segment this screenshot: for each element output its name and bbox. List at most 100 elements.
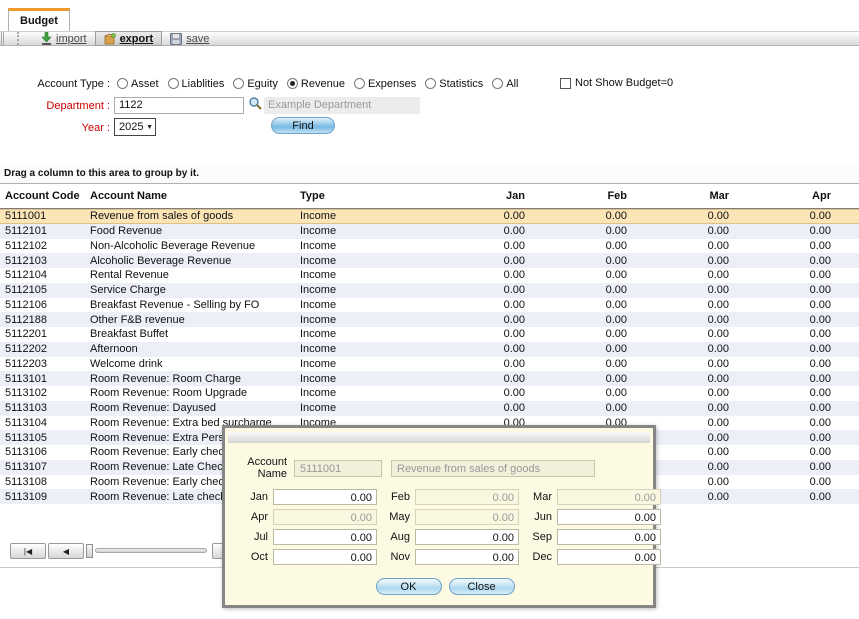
column-header-type[interactable]: Type <box>300 190 425 202</box>
cell-account-name: Room Revenue: Room Charge <box>90 373 300 385</box>
month-input-aug[interactable]: 0.00 <box>415 529 519 545</box>
month-values-grid: Jan0.00Feb0.00Mar0.00Apr0.00May0.00Jun0.… <box>237 487 653 567</box>
radio-account-type-all[interactable]: All <box>492 78 518 90</box>
year-select[interactable]: 2025 ▼ <box>114 118 156 136</box>
cell-month-value: 0.00 <box>731 358 833 370</box>
table-row[interactable]: 5112101Food RevenueIncome0.000.000.000.0… <box>0 224 859 239</box>
table-row[interactable]: 5113102Room Revenue: Room UpgradeIncome0… <box>0 386 859 401</box>
not-show-budget-option[interactable]: Not Show Budget=0 <box>560 77 673 89</box>
table-row[interactable]: 5112203Welcome drinkIncome0.000.000.000.… <box>0 357 859 372</box>
pager-prev-button[interactable]: ◀ <box>48 543 84 559</box>
not-show-budget-checkbox[interactable] <box>560 78 571 89</box>
radio-account-type-asset[interactable]: Asset <box>117 78 159 90</box>
cell-month-value: 0.00 <box>731 387 833 399</box>
cell-month-value: 0.00 <box>731 417 833 429</box>
cell-account-code: 5112101 <box>5 225 90 237</box>
column-header-jan[interactable]: Jan <box>425 190 527 202</box>
cell-month-value: 0.00 <box>731 225 833 237</box>
radio-label: Asset <box>131 78 159 90</box>
column-header-mar[interactable]: Mar <box>629 190 731 202</box>
month-input-dec[interactable]: 0.00 <box>557 549 661 565</box>
table-row[interactable]: 5112106Breakfast Revenue - Selling by FO… <box>0 298 859 313</box>
table-row[interactable]: 5111001Revenue from sales of goodsIncome… <box>0 209 859 224</box>
month-input-jul[interactable]: 0.00 <box>273 529 377 545</box>
month-input-apr[interactable]: 0.00 <box>273 509 377 525</box>
column-header-account-code[interactable]: Account Code <box>5 190 90 202</box>
find-button[interactable]: Find <box>271 117 335 134</box>
cell-month-value: 0.00 <box>629 284 731 296</box>
table-row[interactable]: 5112105Service ChargeIncome0.000.000.000… <box>0 283 859 298</box>
cell-type: Income <box>300 387 425 399</box>
cell-month-value: 0.00 <box>629 210 731 222</box>
cell-month-value: 0.00 <box>629 314 731 326</box>
department-input[interactable]: 1122 <box>114 97 244 114</box>
month-input-nov[interactable]: 0.00 <box>415 549 519 565</box>
month-label-feb: Feb <box>377 491 415 503</box>
pager-first-button[interactable]: |◀ <box>10 543 46 559</box>
cell-account-code: 5112106 <box>5 299 90 311</box>
account-code-field: 5111001 <box>294 460 382 477</box>
cell-month-value: 0.00 <box>629 240 731 252</box>
radio-account-type-expenses[interactable]: Expenses <box>354 78 416 90</box>
pager-slider-thumb[interactable] <box>86 544 93 558</box>
cell-month-value: 0.00 <box>527 269 629 281</box>
cell-account-code: 5112203 <box>5 358 90 370</box>
table-row[interactable]: 5112188Other F&B revenueIncome0.000.000.… <box>0 312 859 327</box>
tab-budget[interactable]: Budget <box>8 8 70 31</box>
cell-type: Income <box>300 402 425 414</box>
cell-account-code: 5112103 <box>5 255 90 267</box>
month-input-jan[interactable]: 0.00 <box>273 489 377 505</box>
cell-month-value: 0.00 <box>629 225 731 237</box>
table-row[interactable]: 5112201Breakfast BuffetIncome0.000.000.0… <box>0 327 859 342</box>
radio-account-type-statistics[interactable]: Statistics <box>425 78 483 90</box>
table-row[interactable]: 5113103Room Revenue: DayusedIncome0.000.… <box>0 401 859 416</box>
cell-month-value: 0.00 <box>629 269 731 281</box>
month-input-may[interactable]: 0.00 <box>415 509 519 525</box>
radio-icon <box>287 78 298 89</box>
radio-label: Liablities <box>182 78 225 90</box>
ok-button[interactable]: OK <box>376 578 442 595</box>
month-input-mar[interactable]: 0.00 <box>557 489 661 505</box>
radio-icon <box>233 78 244 89</box>
close-button[interactable]: Close <box>449 578 515 595</box>
table-row[interactable]: 5112202AfternoonIncome0.000.000.000.00 <box>0 342 859 357</box>
month-label-oct: Oct <box>237 551 273 563</box>
column-header-feb[interactable]: Feb <box>527 190 629 202</box>
import-button[interactable]: import <box>33 31 95 46</box>
department-lookup-icon[interactable] <box>248 96 263 114</box>
table-row[interactable]: 5113101Room Revenue: Room ChargeIncome0.… <box>0 371 859 386</box>
dialog-titlebar[interactable] <box>228 432 650 443</box>
month-input-sep[interactable]: 0.00 <box>557 529 661 545</box>
save-button[interactable]: save <box>162 31 217 46</box>
save-button-label: save <box>186 33 209 45</box>
column-header-account-name[interactable]: Account Name <box>90 190 300 202</box>
cell-account-code: 5113109 <box>5 491 90 503</box>
cell-type: Income <box>300 358 425 370</box>
cell-month-value: 0.00 <box>425 225 527 237</box>
radio-account-type-liablities[interactable]: Liablities <box>168 78 225 90</box>
cell-month-value: 0.00 <box>425 240 527 252</box>
cell-account-name: Revenue from sales of goods <box>90 210 300 222</box>
table-row[interactable]: 5112103Alcoholic Beverage RevenueIncome0… <box>0 253 859 268</box>
toolbar-grip-handle[interactable] <box>1 32 19 45</box>
month-input-oct[interactable]: 0.00 <box>273 549 377 565</box>
month-label-may: May <box>377 511 415 523</box>
toolbar: import export save <box>0 31 859 46</box>
radio-account-type-revenue[interactable]: Revenue <box>287 78 345 90</box>
account-name-label: Account Name <box>237 456 287 480</box>
table-row[interactable]: 5112104Rental RevenueIncome0.000.000.000… <box>0 268 859 283</box>
month-input-jun[interactable]: 0.00 <box>557 509 661 525</box>
radio-account-type-eguity[interactable]: Eguity <box>233 78 278 90</box>
table-row[interactable]: 5112102Non-Alcoholic Beverage RevenueInc… <box>0 239 859 254</box>
cell-account-name: Room Revenue: Room Upgrade <box>90 387 300 399</box>
month-input-feb[interactable]: 0.00 <box>415 489 519 505</box>
group-by-panel[interactable]: Drag a column to this area to group by i… <box>0 165 859 183</box>
radio-icon <box>425 78 436 89</box>
cell-type: Income <box>300 343 425 355</box>
column-header-apr[interactable]: Apr <box>731 190 833 202</box>
not-show-budget-label: Not Show Budget=0 <box>575 77 673 89</box>
pager-slider-track[interactable] <box>95 548 207 553</box>
cell-account-name: Afternoon <box>90 343 300 355</box>
cell-month-value: 0.00 <box>425 299 527 311</box>
export-button[interactable]: export <box>95 31 163 46</box>
